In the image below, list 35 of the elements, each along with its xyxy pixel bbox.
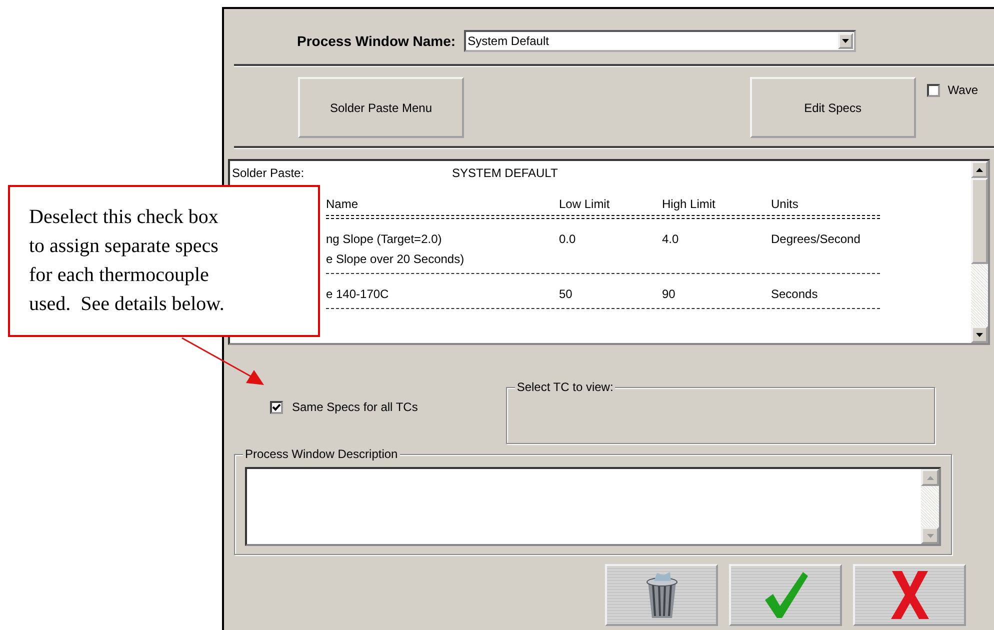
process-window-name-label: Process Window Name: bbox=[297, 33, 456, 49]
spec-name-cell-text: ng Slope (Target=2.0) bbox=[326, 231, 443, 248]
description-text-area[interactable] bbox=[245, 467, 941, 546]
solder-paste-value: SYSTEM DEFAULT bbox=[452, 166, 558, 180]
vertical-scrollbar[interactable] bbox=[971, 161, 988, 343]
process-window-description-label: Process Window Description bbox=[243, 447, 400, 461]
units-cell-text: Degrees/Second bbox=[771, 231, 862, 248]
low-limit-cell-text: 0.0 bbox=[559, 231, 577, 248]
process-window-name-dropdown[interactable]: System Default bbox=[464, 30, 856, 52]
high-limit-cell-text: 90 bbox=[662, 286, 676, 303]
column-header: High Limit bbox=[662, 197, 716, 211]
low-limit-cell-text: 50 bbox=[559, 286, 574, 303]
solder-paste-label: Solder Paste: bbox=[232, 166, 306, 180]
x-mark-icon bbox=[888, 569, 930, 621]
high-limit-cell-text: 4.0 bbox=[662, 231, 680, 248]
scroll-down-arrow-icon[interactable] bbox=[976, 332, 983, 336]
delete-button[interactable] bbox=[605, 564, 718, 626]
same-specs-checkbox[interactable]: Same Specs for all TCs bbox=[270, 400, 418, 414]
cancel-button[interactable] bbox=[853, 564, 966, 626]
callout-text: Deselect this check box to assign separate specs for each thermocouple used. See details below. bbox=[29, 205, 224, 317]
scroll-up-arrow-icon[interactable] bbox=[976, 168, 983, 172]
select-tc-label: Select TC to view: bbox=[514, 380, 616, 394]
wave-checkbox-box[interactable] bbox=[926, 84, 940, 96]
units-cell-text: Seconds bbox=[771, 286, 819, 303]
edit-specs-button[interactable]: Edit Specs bbox=[750, 77, 916, 138]
column-header: Name bbox=[325, 197, 360, 211]
same-specs-checkbox-box[interactable] bbox=[270, 400, 283, 414]
column-header: Low Limit bbox=[559, 197, 611, 211]
wave-checkbox[interactable]: Wave bbox=[926, 83, 978, 97]
solder-paste-menu-button[interactable]: Solder Paste Menu bbox=[298, 77, 464, 138]
spec-name-cell-text: e Slope over 20 Seconds) bbox=[326, 251, 466, 268]
ok-button[interactable] bbox=[729, 564, 842, 626]
column-header: Units bbox=[771, 197, 800, 211]
checkmark-icon bbox=[762, 570, 808, 620]
spec-name-cell-text: e 140-170C bbox=[326, 286, 390, 303]
